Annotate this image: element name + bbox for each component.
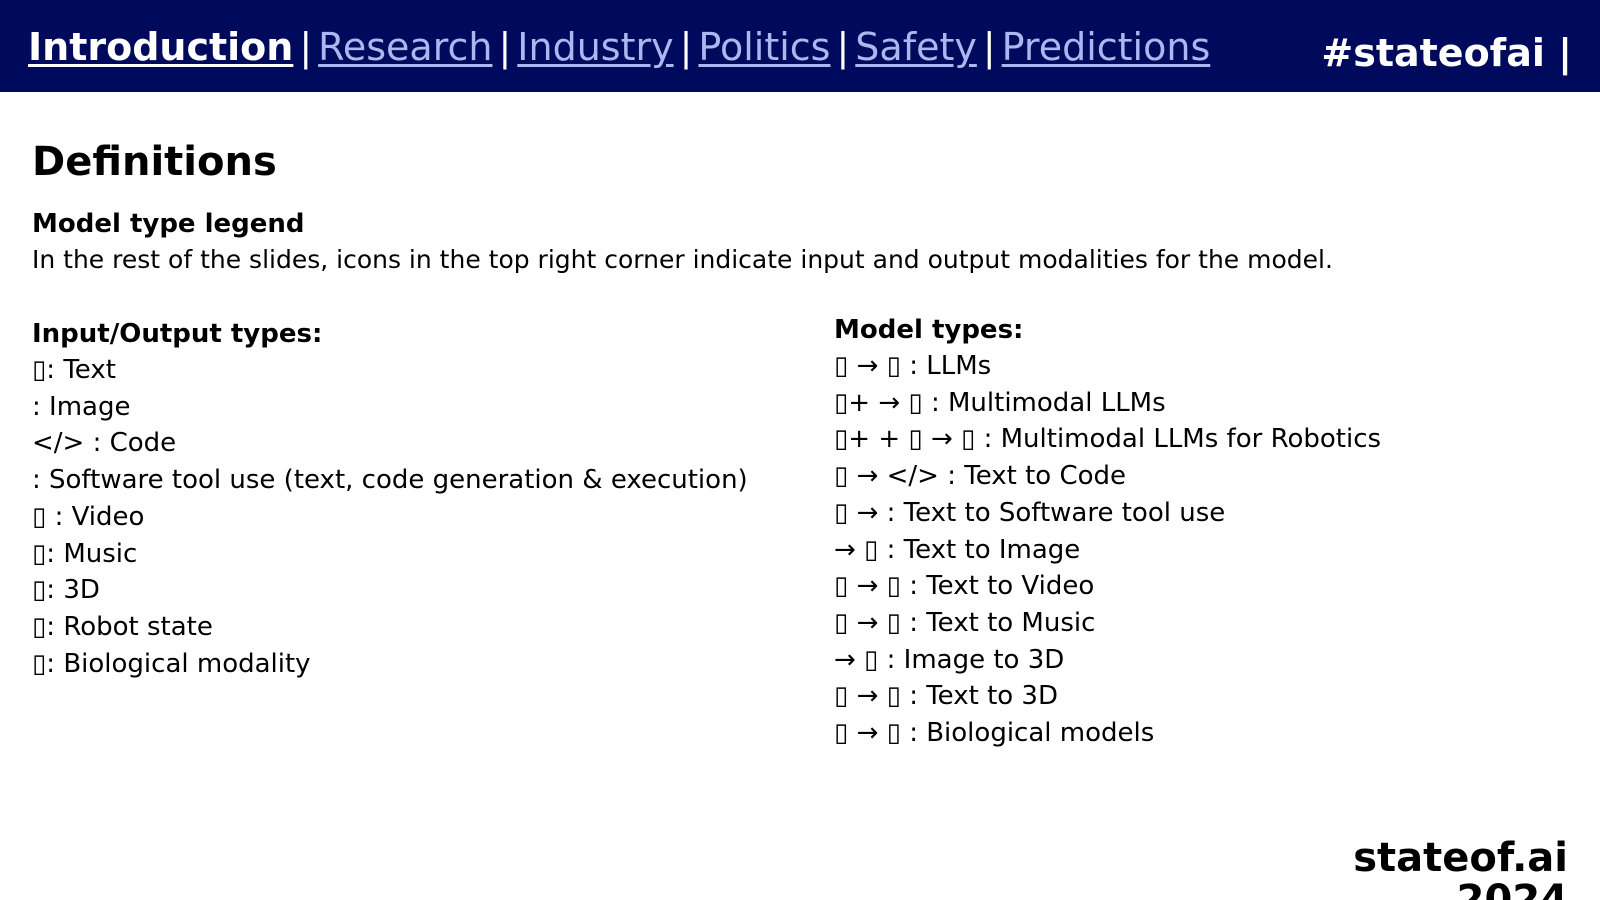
page-title: Definitions [32,139,277,185]
nav-separator: | [679,25,693,69]
nav-separator: | [982,25,996,69]
top-navigation-bar: Introduction | Research | Industry | Politics |… [0,0,1600,92]
model-type-multimodal-llms: ▯+ → ▯ : Multimodal LLMs [834,387,1166,418]
footer-logo: stateof.ai [1353,835,1568,881]
model-type-text-to-video: ▯ → ▯ : Text to Video [834,571,1095,602]
io-type-biological-modality: ▯: Biological modality [32,648,311,679]
io-type-music: ▯: Music [32,538,138,569]
model-type-biological-models: ▯ → ▯ : Biological models [834,718,1155,749]
io-type-text: ▯: Text [32,355,116,385]
io-type-code: </> : Code [32,428,177,459]
nav-link-politics[interactable]: Politics [698,25,830,69]
nav-link-research[interactable]: Research [318,25,492,69]
nav-link-industry[interactable]: Industry [517,25,673,69]
io-type-3d: ▯: 3D [32,575,100,606]
io-types-heading: Input/Output types: [32,319,323,349]
legend-description: In the rest of the slides, icons in the … [32,245,1333,274]
nav-separator: | [498,25,512,69]
model-type-text-to-image: → ▯ : Text to Image [834,534,1081,565]
nav-separator: | [299,25,313,69]
io-type-software-tool-use: : Software tool use (text, code generati… [32,465,748,496]
model-type-text-to-music: ▯ → ▯ : Text to Music [834,607,1096,638]
section-nav: Introduction | Research | Industry | Politics |… [28,24,1210,70]
io-type-image: : Image [32,391,131,422]
model-type-llms: ▯ → ▯ : LLMs [834,351,992,381]
model-types-column: Model types: ▯ → ▯ : LLMs ▯+ → ▯ : Multi… [834,312,1381,752]
nav-separator: | [836,25,850,69]
model-type-multimodal-llms-robotics: ▯+ + ▯ → ▯ : Multimodal LLMs for Robotic… [834,424,1382,455]
model-type-text-to-software-tool-use: ▯ → : Text to Software tool use [834,497,1226,528]
footer-year: 2024 [1456,877,1568,900]
legend-title: Model type legend [32,209,305,239]
model-types-heading: Model types: [834,315,1024,345]
model-type-text-to-code: ▯ → </> : Text to Code [834,461,1127,492]
io-types-column: Input/Output types: ▯: Text : Image </> … [32,316,748,682]
model-type-text-to-3d: ▯ → ▯ : Text to 3D [834,681,1058,712]
hashtag-label: #stateofai | [1321,31,1572,75]
io-type-video: ▯ : Video [32,501,145,532]
model-type-image-to-3d: → ▯ : Image to 3D [834,644,1065,675]
nav-link-safety[interactable]: Safety [855,25,977,69]
nav-link-introduction[interactable]: Introduction [28,25,293,69]
io-type-robot-state: ▯: Robot state [32,611,213,642]
nav-link-predictions[interactable]: Predictions [1002,25,1211,69]
